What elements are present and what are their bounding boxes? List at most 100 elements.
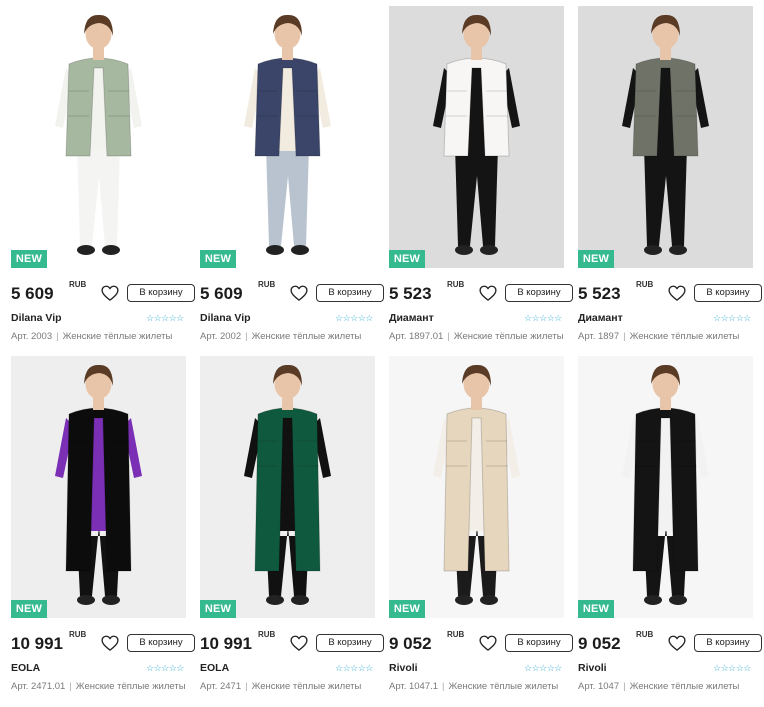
category-link[interactable]: Женские тёплые жилеты	[454, 331, 564, 342]
separator: |	[245, 331, 248, 342]
product-meta: Арт. 2002 | Женские тёплые жилеты	[200, 331, 361, 342]
price-row: 9 052 RUB В корзину	[389, 630, 573, 656]
brand-name[interactable]: Диамант	[389, 312, 434, 324]
product-photo[interactable]	[200, 6, 375, 268]
price: 5 609	[200, 284, 243, 303]
separator: |	[69, 681, 72, 692]
category-link[interactable]: Женские тёплые жилеты	[252, 331, 362, 342]
price-row: 10 991 RUB В корзину	[11, 630, 195, 656]
category-link[interactable]: Женские тёплые жилеты	[449, 681, 559, 692]
heart-icon[interactable]	[668, 635, 686, 651]
product-card[interactable]: NEW 10 991 RUB В корзину EOLA ☆☆☆☆☆ Арт.…	[11, 356, 195, 701]
brand-name[interactable]: Dilana Vip	[200, 312, 251, 324]
product-card[interactable]: NEW 5 523 RUB В корзину Диамант ☆☆☆☆☆ Ар…	[389, 6, 573, 351]
add-to-cart-button[interactable]: В корзину	[505, 634, 573, 652]
product-photo[interactable]	[389, 6, 564, 268]
heart-icon[interactable]	[479, 635, 497, 651]
new-badge: NEW	[578, 250, 614, 268]
heart-icon[interactable]	[668, 285, 686, 301]
product-card[interactable]: NEW 10 991 RUB В корзину EOLA ☆☆☆☆☆ Арт.…	[200, 356, 384, 701]
currency: RUB	[636, 280, 654, 289]
brand-name[interactable]: Диамант	[578, 312, 623, 324]
brand-name[interactable]: Dilana Vip	[11, 312, 62, 324]
product-photo[interactable]	[578, 6, 753, 268]
product-meta: Арт. 2471.01 | Женские тёплые жилеты	[11, 681, 186, 692]
heart-icon[interactable]	[290, 285, 308, 301]
product-photo[interactable]	[578, 356, 753, 618]
rating-stars-icon: ☆☆☆☆☆	[335, 313, 373, 323]
product-meta: Арт. 1047 | Женские тёплые жилеты	[578, 681, 739, 692]
separator: |	[442, 681, 445, 692]
add-to-cart-button[interactable]: В корзину	[694, 634, 762, 652]
price: 5 609	[11, 284, 54, 303]
product-meta: Арт. 1897.01 | Женские тёплые жилеты	[389, 331, 564, 342]
heart-icon[interactable]	[101, 635, 119, 651]
brand-name[interactable]: Rivoli	[389, 662, 418, 674]
price-row: 10 991 RUB В корзину	[200, 630, 384, 656]
new-badge: NEW	[200, 600, 236, 618]
new-badge: NEW	[578, 600, 614, 618]
add-to-cart-button[interactable]: В корзину	[505, 284, 573, 302]
brand-name[interactable]: Rivoli	[578, 662, 607, 674]
model-photo-icon	[200, 356, 375, 618]
product-photo[interactable]	[200, 356, 375, 618]
price-row: 5 523 RUB В корзину	[389, 280, 573, 306]
price-row: 5 523 RUB В корзину	[578, 280, 762, 306]
add-to-cart-button[interactable]: В корзину	[127, 284, 195, 302]
price: 10 991	[200, 634, 252, 653]
model-photo-icon	[578, 356, 753, 618]
category-link[interactable]: Женские тёплые жилеты	[630, 331, 740, 342]
product-meta: Арт. 2003 | Женские тёплые жилеты	[11, 331, 172, 342]
separator: |	[623, 331, 626, 342]
heart-icon[interactable]	[479, 285, 497, 301]
product-card[interactable]: NEW 9 052 RUB В корзину Rivoli ☆☆☆☆☆ Арт…	[578, 356, 762, 701]
model-photo-icon	[389, 6, 564, 268]
brand-name[interactable]: EOLA	[200, 662, 229, 674]
new-badge: NEW	[11, 600, 47, 618]
category-link[interactable]: Женские тёплые жилеты	[252, 681, 362, 692]
separator: |	[623, 681, 626, 692]
category-link[interactable]: Женские тёплые жилеты	[630, 681, 740, 692]
price: 9 052	[578, 634, 621, 653]
price: 10 991	[11, 634, 63, 653]
rating-stars-icon: ☆☆☆☆☆	[335, 663, 373, 673]
new-badge: NEW	[200, 250, 236, 268]
currency: RUB	[69, 280, 87, 289]
rating-stars-icon: ☆☆☆☆☆	[146, 663, 184, 673]
rating-stars-icon: ☆☆☆☆☆	[146, 313, 184, 323]
article-number: Арт. 1897.01	[389, 331, 444, 342]
category-link[interactable]: Женские тёплые жилеты	[76, 681, 186, 692]
category-link[interactable]: Женские тёплые жилеты	[63, 331, 173, 342]
article-number: Арт. 2003	[11, 331, 53, 342]
product-meta: Арт. 2471 | Женские тёплые жилеты	[200, 681, 361, 692]
rating-stars-icon: ☆☆☆☆☆	[524, 663, 562, 673]
product-card[interactable]: NEW 5 609 RUB В корзину Dilana Vip ☆☆☆☆☆…	[200, 6, 384, 351]
new-badge: NEW	[389, 600, 425, 618]
currency: RUB	[258, 280, 276, 289]
price-row: 5 609 RUB В корзину	[200, 280, 384, 306]
product-card[interactable]: NEW 5 609 RUB В корзину Dilana Vip ☆☆☆☆☆…	[11, 6, 195, 351]
product-card[interactable]: NEW 5 523 RUB В корзину Диамант ☆☆☆☆☆ Ар…	[578, 6, 762, 351]
currency: RUB	[636, 630, 654, 639]
price-row: 9 052 RUB В корзину	[578, 630, 762, 656]
article-number: Арт. 2002	[200, 331, 242, 342]
add-to-cart-button[interactable]: В корзину	[316, 284, 384, 302]
product-photo[interactable]	[11, 6, 186, 268]
product-photo[interactable]	[389, 356, 564, 618]
price: 5 523	[389, 284, 432, 303]
brand-name[interactable]: EOLA	[11, 662, 40, 674]
heart-icon[interactable]	[101, 285, 119, 301]
model-photo-icon	[389, 356, 564, 618]
price: 5 523	[578, 284, 621, 303]
new-badge: NEW	[11, 250, 47, 268]
product-card[interactable]: NEW 9 052 RUB В корзину Rivoli ☆☆☆☆☆ Арт…	[389, 356, 573, 701]
add-to-cart-button[interactable]: В корзину	[127, 634, 195, 652]
add-to-cart-button[interactable]: В корзину	[694, 284, 762, 302]
rating-stars-icon: ☆☆☆☆☆	[524, 313, 562, 323]
model-photo-icon	[200, 6, 375, 268]
currency: RUB	[447, 630, 465, 639]
heart-icon[interactable]	[290, 635, 308, 651]
rating-stars-icon: ☆☆☆☆☆	[713, 313, 751, 323]
product-photo[interactable]	[11, 356, 186, 618]
add-to-cart-button[interactable]: В корзину	[316, 634, 384, 652]
